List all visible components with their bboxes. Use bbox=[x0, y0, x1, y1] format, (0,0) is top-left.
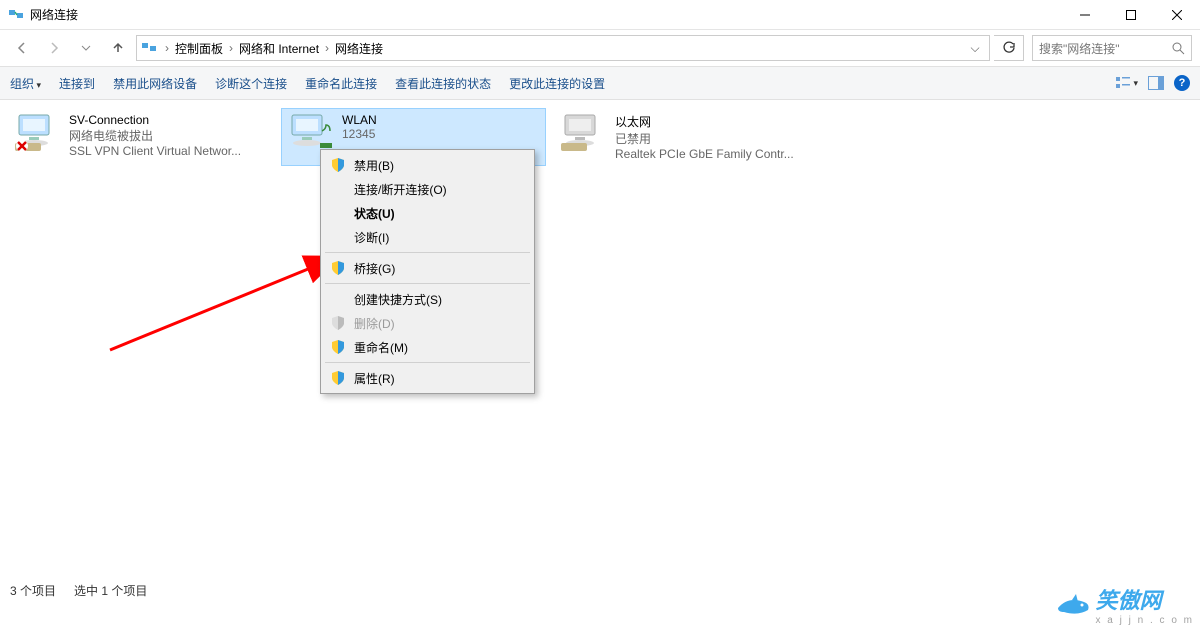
connection-status: 已禁用 bbox=[615, 130, 814, 147]
watermark-brand: 笑傲网 bbox=[1096, 583, 1194, 615]
status-bar: 3 个项目 选中 1 个项目 bbox=[0, 578, 1200, 602]
menu-diagnose[interactable]: 诊断(I) bbox=[324, 225, 531, 249]
search-icon bbox=[1172, 42, 1185, 55]
menu-create-shortcut[interactable]: 创建快捷方式(S) bbox=[324, 287, 531, 311]
chevron-right-icon: › bbox=[225, 41, 237, 55]
connection-status: 12345 bbox=[342, 127, 541, 141]
menu-separator bbox=[325, 362, 530, 363]
connection-name: SV-Connection bbox=[69, 113, 268, 127]
refresh-button[interactable] bbox=[994, 35, 1024, 61]
view-mode-button[interactable]: ▾ bbox=[1115, 76, 1138, 90]
menu-label: 桥接(G) bbox=[354, 260, 395, 277]
network-adapter-icon bbox=[13, 113, 61, 153]
address-bar[interactable]: › 控制面板 › 网络和 Internet › 网络连接 ⌵ bbox=[136, 35, 990, 61]
context-menu: 禁用(B) 连接/断开连接(O) 状态(U) 诊断(I) 桥接(G) 创建快捷方… bbox=[320, 149, 535, 394]
close-button[interactable] bbox=[1154, 0, 1200, 30]
menu-bridge[interactable]: 桥接(G) bbox=[324, 256, 531, 280]
chevron-right-icon: › bbox=[321, 41, 333, 55]
forward-button[interactable] bbox=[40, 34, 68, 62]
menu-properties[interactable]: 属性(R) bbox=[324, 366, 531, 390]
nav-row: › 控制面板 › 网络和 Internet › 网络连接 ⌵ 搜索"网络连接" bbox=[0, 30, 1200, 66]
connection-item[interactable]: 以太网 已禁用 Realtek PCIe GbE Family Contr... bbox=[554, 108, 819, 166]
menu-status[interactable]: 状态(U) bbox=[324, 201, 531, 225]
menu-label: 创建快捷方式(S) bbox=[354, 291, 442, 308]
diagnose-button[interactable]: 诊断这个连接 bbox=[215, 75, 287, 92]
menu-connect-disconnect[interactable]: 连接/断开连接(O) bbox=[324, 177, 531, 201]
network-adapter-icon bbox=[286, 113, 334, 153]
menu-disable[interactable]: 禁用(B) bbox=[324, 153, 531, 177]
network-adapter-icon bbox=[559, 113, 607, 153]
breadcrumb: › 控制面板 › 网络和 Internet › 网络连接 bbox=[161, 40, 965, 57]
location-icon bbox=[141, 40, 157, 56]
connection-list: SV-Connection 网络电缆被拔出 SSL VPN Client Vir… bbox=[0, 100, 1200, 174]
item-count: 3 个项目 bbox=[10, 582, 56, 599]
connection-name: 以太网 bbox=[615, 113, 814, 130]
command-bar: 组织 连接到 禁用此网络设备 诊断这个连接 重命名此连接 查看此连接的状态 更改… bbox=[0, 66, 1200, 100]
connection-status: 网络电缆被拔出 bbox=[69, 127, 268, 144]
content-area: SV-Connection 网络电缆被拔出 SSL VPN Client Vir… bbox=[0, 100, 1200, 608]
view-status-button[interactable]: 查看此连接的状态 bbox=[395, 75, 491, 92]
error-x-icon bbox=[15, 139, 29, 153]
connect-to-button[interactable]: 连接到 bbox=[59, 75, 95, 92]
chevron-right-icon: › bbox=[161, 41, 173, 55]
connection-name: WLAN bbox=[342, 113, 541, 127]
breadcrumb-item[interactable]: 网络连接 bbox=[333, 40, 385, 57]
selected-count: 选中 1 个项目 bbox=[74, 582, 147, 599]
watermark-url: x a j j n . c o m bbox=[1096, 615, 1194, 626]
menu-label: 诊断(I) bbox=[354, 229, 389, 246]
change-settings-button[interactable]: 更改此连接的设置 bbox=[509, 75, 605, 92]
shield-icon bbox=[330, 339, 346, 355]
menu-label: 禁用(B) bbox=[354, 157, 394, 174]
menu-label: 属性(R) bbox=[354, 370, 395, 387]
shield-icon bbox=[330, 260, 346, 276]
search-input[interactable]: 搜索"网络连接" bbox=[1032, 35, 1192, 61]
menu-delete: 删除(D) bbox=[324, 311, 531, 335]
organize-menu[interactable]: 组织 bbox=[10, 75, 41, 92]
shark-icon bbox=[1054, 592, 1092, 618]
preview-pane-button[interactable] bbox=[1148, 76, 1164, 90]
back-button[interactable] bbox=[8, 34, 36, 62]
up-button[interactable] bbox=[104, 34, 132, 62]
shield-icon bbox=[330, 315, 346, 331]
breadcrumb-item[interactable]: 控制面板 bbox=[173, 40, 225, 57]
maximize-button[interactable] bbox=[1108, 0, 1154, 30]
window-title: 网络连接 bbox=[30, 6, 1062, 23]
rename-button[interactable]: 重命名此连接 bbox=[305, 75, 377, 92]
connection-item[interactable]: SV-Connection 网络电缆被拔出 SSL VPN Client Vir… bbox=[8, 108, 273, 166]
menu-label: 重命名(M) bbox=[354, 339, 408, 356]
titlebar: 网络连接 bbox=[0, 0, 1200, 30]
shield-icon bbox=[330, 370, 346, 386]
app-icon bbox=[8, 7, 24, 23]
menu-label: 连接/断开连接(O) bbox=[354, 181, 447, 198]
breadcrumb-item[interactable]: 网络和 Internet bbox=[237, 40, 321, 57]
menu-separator bbox=[325, 283, 530, 284]
address-dropdown[interactable]: ⌵ bbox=[965, 41, 985, 56]
recent-dropdown[interactable] bbox=[72, 34, 100, 62]
disable-device-button[interactable]: 禁用此网络设备 bbox=[113, 75, 197, 92]
menu-separator bbox=[325, 252, 530, 253]
watermark: 笑傲网 x a j j n . c o m bbox=[1054, 583, 1194, 626]
menu-label: 状态(U) bbox=[354, 205, 395, 222]
search-placeholder: 搜索"网络连接" bbox=[1039, 40, 1172, 57]
connection-device: Realtek PCIe GbE Family Contr... bbox=[615, 147, 814, 161]
shield-icon bbox=[330, 157, 346, 173]
menu-label: 删除(D) bbox=[354, 315, 395, 332]
menu-rename[interactable]: 重命名(M) bbox=[324, 335, 531, 359]
minimize-button[interactable] bbox=[1062, 0, 1108, 30]
connection-device: SSL VPN Client Virtual Networ... bbox=[69, 144, 268, 158]
help-button[interactable]: ? bbox=[1174, 75, 1190, 91]
